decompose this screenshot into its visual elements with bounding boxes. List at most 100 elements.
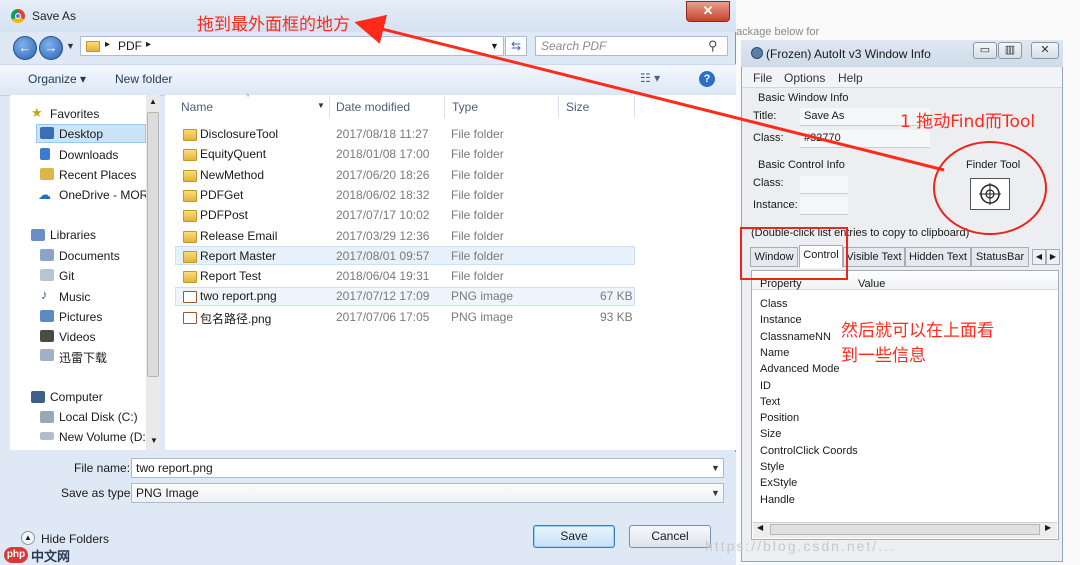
column-divider[interactable]	[634, 96, 635, 118]
property-row[interactable]: Handle	[760, 494, 795, 506]
tab-scroll-right-icon[interactable]: ▶	[1046, 249, 1060, 265]
hscroll-left-icon[interactable]: ◀	[757, 523, 763, 532]
organize-button[interactable]: Organize ▾	[28, 72, 86, 86]
nav-libraries[interactable]: Libraries	[50, 228, 96, 242]
tab-hidden-text[interactable]: Hidden Text	[905, 247, 971, 267]
class-value[interactable]: #32770	[804, 132, 841, 144]
scroll-up-icon[interactable]: ▲	[149, 97, 157, 106]
file-name[interactable]: PDFGet	[200, 188, 243, 202]
dialog-titlebar[interactable]	[0, 0, 736, 32]
file-name[interactable]: Report Test	[200, 269, 261, 283]
refresh-button[interactable]: ⇆	[505, 36, 527, 56]
value-column-header[interactable]: Value	[858, 278, 885, 290]
property-row[interactable]: Position	[760, 412, 799, 424]
file-size: 67 KB	[600, 289, 633, 304]
file-name-input[interactable]	[131, 458, 724, 478]
new-folder-button[interactable]: New folder	[115, 72, 172, 86]
scroll-down-icon[interactable]: ▼	[150, 436, 158, 445]
property-row[interactable]: Size	[760, 428, 781, 440]
column-filter-dropdown-icon[interactable]: ▼	[317, 101, 325, 110]
collapse-chevron-icon[interactable]: ▲	[21, 531, 35, 545]
finder-tool-button[interactable]	[970, 178, 1010, 210]
menu-help[interactable]: Help	[838, 71, 863, 85]
file-name-dropdown-icon[interactable]: ▼	[711, 463, 720, 473]
maximize-button[interactable]: ▥	[998, 42, 1022, 59]
recent-pages-dropdown[interactable]: ▼	[66, 41, 75, 51]
file-name[interactable]: two report.png	[200, 289, 277, 303]
nav-onedrive[interactable]: OneDrive - MORI	[59, 188, 147, 202]
column-header-name[interactable]: Name	[181, 100, 213, 114]
file-name[interactable]: Release Email	[200, 229, 277, 243]
back-button[interactable]: ←	[13, 36, 37, 60]
nav-favorites[interactable]: Favorites	[50, 107, 99, 121]
column-header-date[interactable]: Date modified	[336, 100, 410, 114]
git-library-icon	[40, 269, 54, 281]
property-row[interactable]: ClassnameNN	[760, 331, 831, 343]
save-button[interactable]: Save	[533, 525, 615, 548]
property-row[interactable]: Style	[760, 461, 784, 473]
file-name[interactable]: Report Master	[200, 249, 276, 263]
property-row[interactable]: ExStyle	[760, 477, 797, 489]
column-divider[interactable]	[444, 96, 445, 118]
breadcrumb-pdf[interactable]: PDF	[118, 39, 142, 53]
nav-videos[interactable]: Videos	[59, 330, 95, 344]
breadcrumb-chevron-icon[interactable]: ▸	[146, 39, 151, 50]
property-row[interactable]: Text	[760, 396, 780, 408]
property-row[interactable]: ControlClick Coords	[760, 445, 858, 457]
hide-folders-button[interactable]: Hide Folders	[41, 532, 109, 546]
property-list[interactable]	[751, 270, 1059, 540]
control-class-value-box[interactable]	[800, 176, 848, 194]
tab-visible-text[interactable]: Visible Text	[843, 247, 905, 267]
file-name[interactable]: PDFPost	[200, 208, 248, 222]
tab-statusbar[interactable]: StatusBar	[971, 247, 1029, 267]
folder-icon	[183, 250, 197, 263]
file-name[interactable]: EquityQuent	[200, 147, 266, 161]
address-dropdown-icon[interactable]: ▼	[490, 41, 499, 51]
file-name-value[interactable]: two report.png	[136, 461, 213, 475]
menu-options[interactable]: Options	[784, 71, 825, 85]
property-row[interactable]: Instance	[760, 314, 802, 326]
dialog-close-button[interactable]: ✕	[686, 1, 730, 22]
title-value[interactable]: Save As	[804, 110, 844, 122]
hscroll-right-icon[interactable]: ▶	[1045, 523, 1051, 532]
save-type-select[interactable]	[131, 483, 724, 503]
nav-downloads[interactable]: Downloads	[59, 148, 118, 162]
column-divider[interactable]	[558, 96, 559, 118]
file-name[interactable]: NewMethod	[200, 168, 264, 182]
nav-computer[interactable]: Computer	[50, 390, 103, 404]
nav-recent-places[interactable]: Recent Places	[59, 168, 136, 182]
column-header-size[interactable]: Size	[566, 100, 589, 114]
autoit-close-button[interactable]: ✕	[1031, 42, 1059, 59]
instance-value-box[interactable]	[800, 197, 848, 215]
minimize-button[interactable]: ▭	[973, 42, 997, 59]
nav-local-disk[interactable]: Local Disk (C:)	[59, 410, 138, 424]
file-name[interactable]: 包名路径.png	[200, 310, 271, 327]
tab-scroll-left-icon[interactable]: ◀	[1032, 249, 1046, 265]
nav-git[interactable]: Git	[59, 269, 74, 283]
nav-xunlei-downloads[interactable]: 迅雷下载	[59, 349, 107, 366]
nav-music[interactable]: Music	[59, 290, 90, 304]
property-row[interactable]: Advanced Mode	[760, 363, 840, 375]
column-header-type[interactable]: Type	[452, 100, 478, 114]
help-icon[interactable]: ?	[699, 71, 715, 87]
nav-desktop[interactable]: Desktop	[59, 127, 103, 141]
nav-documents[interactable]: Documents	[59, 249, 120, 263]
nav-scrollbar-thumb[interactable]	[147, 112, 159, 377]
menu-file[interactable]: File	[753, 71, 772, 85]
property-row[interactable]: ID	[760, 380, 771, 392]
save-type-value[interactable]: PNG Image	[136, 486, 199, 500]
forward-button[interactable]: →	[39, 36, 63, 60]
view-options-icon[interactable]: ☷ ▾	[640, 71, 660, 85]
property-row[interactable]: Class	[760, 298, 788, 310]
nav-new-volume[interactable]: New Volume (D:)	[59, 430, 150, 444]
cancel-button[interactable]: Cancel	[629, 525, 711, 548]
nav-pictures[interactable]: Pictures	[59, 310, 102, 324]
save-type-dropdown-icon[interactable]: ▼	[711, 488, 720, 498]
file-name[interactable]: DisclosureTool	[200, 127, 278, 141]
search-icon[interactable]: ⚲	[708, 38, 718, 54]
hscrollbar-thumb[interactable]	[770, 524, 1040, 535]
address-bar[interactable]	[80, 36, 504, 56]
property-row[interactable]: Name	[760, 347, 789, 359]
column-divider[interactable]	[329, 96, 330, 118]
file-date: 2017/08/18 11:27	[336, 127, 429, 141]
